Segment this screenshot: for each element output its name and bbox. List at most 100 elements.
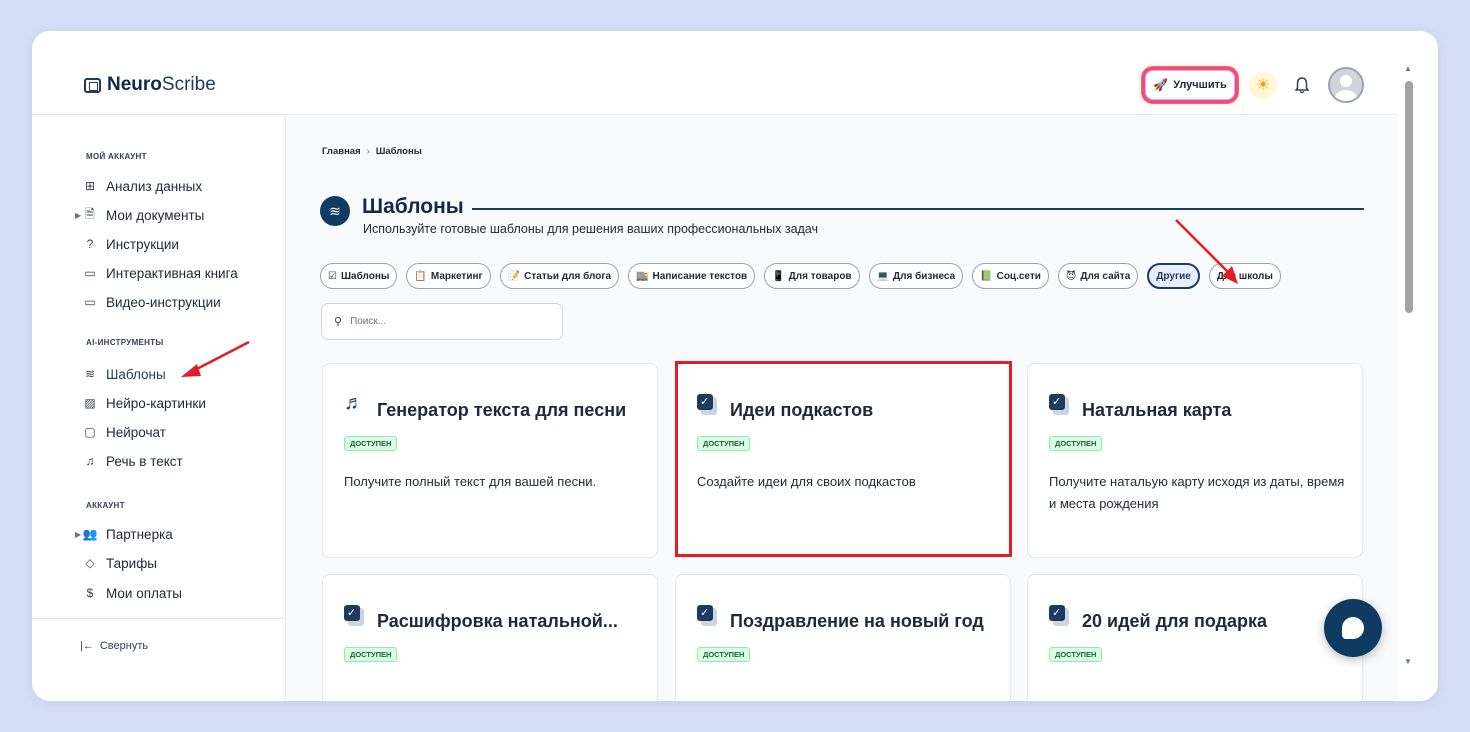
logo[interactable]: NeuroScribe bbox=[84, 74, 216, 96]
chip-templates[interactable]: ☑ Шаблоны bbox=[320, 263, 398, 289]
scrollbar-thumb[interactable] bbox=[1405, 81, 1413, 313]
collapse-label: Свернуть bbox=[99, 640, 149, 652]
chat-icon: ▢ bbox=[84, 425, 96, 439]
card-description: Создайте идеи для своих подкастов bbox=[697, 474, 916, 489]
breadcrumb-current: Шаблоны bbox=[375, 146, 422, 157]
checkbox-icon: ✓ bbox=[344, 605, 366, 627]
card-description: Получите натальую карту исходя из даты, … bbox=[1049, 474, 1345, 511]
video-icon: ▭ bbox=[84, 295, 96, 309]
sidebar-divider bbox=[32, 618, 286, 619]
scrollbar-track[interactable] bbox=[1398, 31, 1438, 701]
chip-label: Соц.сети bbox=[996, 270, 1041, 282]
chip-website[interactable]: 😈 Для сайта bbox=[1057, 263, 1139, 289]
sidebar-section-account: АККАУНТ bbox=[86, 501, 125, 510]
sidebar-item-data-analysis[interactable]: ⊞ Анализ данных bbox=[82, 175, 202, 197]
template-card[interactable]: ✓ Идеи подкастов ДОСТУПЕН Создайте идеи … bbox=[675, 363, 1011, 558]
sidebar-item-instructions[interactable]: ? Инструкции bbox=[82, 233, 179, 255]
sidebar-item-video-instructions[interactable]: ▭ Видео-инструкции bbox=[82, 291, 221, 313]
sidebar-item-interactive-book[interactable]: ▭ Интерактивная книга bbox=[82, 262, 237, 284]
card-title: Поздравление на новый год bbox=[730, 611, 984, 631]
theme-toggle-sun-icon[interactable]: ☀ bbox=[1249, 71, 1277, 99]
chip-other[interactable]: Другие bbox=[1147, 263, 1200, 289]
chip-blog-articles[interactable]: 📝 Статьи для блога bbox=[499, 263, 620, 289]
caret-right-icon[interactable]: ▶ bbox=[75, 530, 81, 539]
laptop-icon: 💻 bbox=[876, 270, 890, 282]
sidebar-section-ai-tools: AI-ИНСТРУМЕНТЫ bbox=[86, 338, 164, 347]
logo-bold: Neuro bbox=[107, 74, 162, 95]
users-icon: 👥 bbox=[82, 527, 98, 541]
sidebar-item-label: Анализ данных bbox=[106, 178, 203, 194]
sidebar-item-templates[interactable]: ≋ Шаблоны bbox=[82, 363, 166, 385]
card-title: Расшифровка натальной... bbox=[377, 611, 618, 631]
memo-icon: 📝 bbox=[507, 270, 521, 282]
search-input[interactable] bbox=[350, 316, 541, 327]
sidebar-item-neuro-images[interactable]: ▨ Нейро-картинки bbox=[82, 392, 206, 414]
checkbox-icon: ✓ bbox=[697, 605, 719, 627]
sidebar-item-my-payments[interactable]: $ Мои оплаты bbox=[82, 582, 182, 604]
template-card[interactable]: ✓ 20 идей для подарка ДОСТУПЕН bbox=[1027, 574, 1363, 701]
breadcrumb-separator-icon: › bbox=[366, 146, 370, 157]
chip-label: Написание текстов bbox=[652, 270, 748, 282]
sidebar-item-label: Мои оплаты bbox=[106, 585, 182, 601]
scroll-down-icon[interactable]: ▼ bbox=[1404, 657, 1412, 666]
chip-label: Для сайта bbox=[1080, 270, 1131, 282]
template-card[interactable]: ✓ Натальная карта ДОСТУПЕН Получите ната… bbox=[1027, 363, 1363, 558]
status-badge: ДОСТУПЕН bbox=[344, 436, 398, 451]
chip-label: Для школы bbox=[1216, 270, 1273, 282]
chip-school[interactable]: Для школы bbox=[1208, 263, 1281, 289]
sidebar-item-neurochat[interactable]: ▢ Нейрочат bbox=[82, 421, 166, 443]
tag-icon: ◇ bbox=[85, 556, 95, 570]
document-icon: 🗎 bbox=[85, 206, 95, 221]
chat-support-button[interactable] bbox=[1324, 599, 1382, 657]
rocket-icon: 🚀 bbox=[1153, 78, 1169, 92]
checkbox-icon: ✓ bbox=[1049, 605, 1071, 627]
breadcrumb-home[interactable]: Главная bbox=[322, 146, 361, 157]
chip-business[interactable]: 💻 Для бизнеса bbox=[868, 263, 964, 289]
sidebar-item-tariffs[interactable]: ◇ Тарифы bbox=[82, 552, 157, 574]
status-badge: ДОСТУПЕН bbox=[1049, 436, 1103, 451]
chip-social[interactable]: 📗 Соц.сети bbox=[972, 263, 1049, 289]
chip-label: Другие bbox=[1156, 270, 1191, 282]
image-icon: ▨ bbox=[84, 396, 96, 410]
avatar[interactable] bbox=[1328, 67, 1364, 103]
chip-copywriting[interactable]: 🏬 Написание текстов bbox=[628, 263, 756, 289]
scroll-up-icon[interactable]: ▲ bbox=[1404, 64, 1412, 73]
card-description: Получите полный текст для вашей песни. bbox=[344, 474, 597, 489]
bell-icon[interactable] bbox=[1291, 74, 1313, 96]
template-card[interactable]: ✓ Расшифровка натальной... ДОСТУПЕН bbox=[322, 574, 658, 701]
status-badge: ДОСТУПЕН bbox=[1049, 647, 1103, 662]
sidebar-item-label: Мои документы bbox=[106, 207, 205, 223]
chip-products[interactable]: 📱 Для товаров bbox=[764, 263, 860, 289]
sidebar-item-label: Партнерка bbox=[106, 526, 173, 542]
sidebar-item-label: Видео-инструкции bbox=[106, 294, 221, 310]
search-box[interactable]: ⚲ bbox=[321, 303, 563, 340]
upgrade-button[interactable]: 🚀 Улучшить bbox=[1145, 70, 1235, 100]
collapse-icon: |← bbox=[80, 640, 94, 652]
search-icon: ⚲ bbox=[334, 316, 343, 328]
layers-icon: ≋ bbox=[84, 367, 96, 381]
status-badge: ДОСТУПЕН bbox=[697, 436, 751, 451]
sidebar-item-speech-to-text[interactable]: ♫ Речь в текст bbox=[82, 450, 183, 472]
top-bar: NeuroScribe 🚀 Улучшить ☀ bbox=[32, 31, 1398, 115]
card-title: Натальная карта bbox=[1082, 400, 1232, 420]
status-badge: ДОСТУПЕН bbox=[697, 647, 751, 662]
card-title: Генератор текста для песни bbox=[377, 400, 627, 420]
category-filter-bar: ☑ Шаблоны 📋 Маркетинг 📝 Статьи для блога 🏬 Н… bbox=[320, 263, 1281, 289]
store-icon: 🏬 bbox=[636, 270, 649, 282]
status-badge: ДОСТУПЕН bbox=[344, 647, 398, 662]
sidebar-item-my-documents[interactable]: ▶ 🗎 Мои документы bbox=[75, 204, 205, 226]
caret-right-icon[interactable]: ▶ bbox=[75, 211, 81, 220]
collapse-button[interactable]: |← Свернуть bbox=[80, 640, 148, 652]
template-card[interactable]: ✓ Поздравление на новый год ДОСТУПЕН bbox=[675, 574, 1011, 701]
sidebar: МОЙ АККАУНТ ⊞ Анализ данных ▶ 🗎 Мои доку… bbox=[32, 116, 286, 701]
sidebar-item-partner[interactable]: ▶ 👥 Партнерка bbox=[75, 523, 173, 545]
chip-label: Для товаров bbox=[788, 270, 852, 282]
help-icon: ? bbox=[86, 237, 94, 251]
notebook-icon: 📗 bbox=[980, 270, 993, 282]
phone-icon: 📱 bbox=[772, 270, 785, 282]
chip-label: Маркетинг bbox=[430, 270, 483, 282]
chip-marketing[interactable]: 📋 Маркетинг bbox=[406, 263, 491, 289]
page-subtitle: Используйте готовые шаблоны для решения … bbox=[363, 222, 818, 236]
template-card[interactable]: ♬ Генератор текста для песни ДОСТУПЕН По… bbox=[322, 363, 658, 558]
sidebar-item-label: Инструкции bbox=[106, 236, 179, 252]
